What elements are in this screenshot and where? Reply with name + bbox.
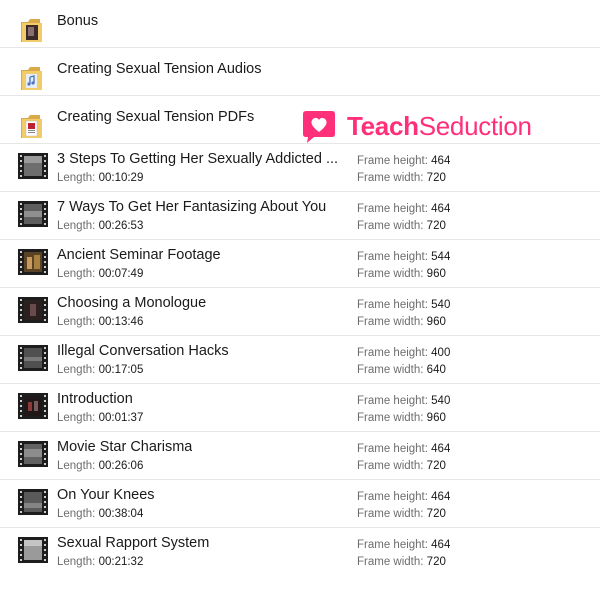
frame-width: Frame width: 720 bbox=[357, 556, 446, 568]
video-row[interactable]: 7 Ways To Get Her Fantasizing About You … bbox=[0, 192, 600, 240]
heart-bubble-icon bbox=[303, 111, 335, 143]
video-name: Introduction bbox=[57, 391, 133, 407]
video-thumbnail-icon bbox=[18, 441, 48, 467]
frame-width: Frame width: 720 bbox=[357, 460, 446, 472]
video-thumbnail-icon bbox=[18, 153, 48, 179]
teachseduction-logo: TeachSeduction bbox=[300, 106, 532, 146]
video-row[interactable]: Illegal Conversation Hacks Length: 00:17… bbox=[0, 336, 600, 384]
frame-width: Frame width: 960 bbox=[357, 412, 446, 424]
video-name: Movie Star Charisma bbox=[57, 439, 193, 455]
folder-row[interactable]: Creating Sexual Tension Audios bbox=[0, 48, 600, 96]
video-name: 7 Ways To Get Her Fantasizing About You bbox=[57, 199, 327, 215]
video-thumbnail-icon bbox=[18, 249, 48, 275]
video-length: Length: 00:01:37 bbox=[57, 412, 144, 424]
frame-height: Frame height: 464 bbox=[357, 539, 451, 551]
frame-height: Frame height: 464 bbox=[357, 155, 451, 167]
video-row[interactable]: Ancient Seminar Footage Length: 00:07:49… bbox=[0, 240, 600, 288]
video-name: Choosing a Monologue bbox=[57, 295, 207, 311]
video-length: Length: 00:26:53 bbox=[57, 220, 144, 232]
frame-width: Frame width: 960 bbox=[357, 268, 446, 280]
frame-width: Frame width: 720 bbox=[357, 172, 446, 184]
video-thumbnail-icon bbox=[18, 201, 48, 227]
video-thumbnail-icon bbox=[18, 297, 48, 323]
video-length: Length: 00:10:29 bbox=[57, 172, 144, 184]
video-name: Illegal Conversation Hacks bbox=[57, 343, 229, 359]
file-list: Bonus Creating Sexual Tension Audios Cre… bbox=[0, 0, 600, 575]
video-length: Length: 00:26:06 bbox=[57, 460, 144, 472]
frame-height: Frame height: 464 bbox=[357, 443, 451, 455]
frame-width: Frame width: 720 bbox=[357, 220, 446, 232]
frame-height: Frame height: 540 bbox=[357, 395, 451, 407]
video-name: 3 Steps To Getting Her Sexually Addicted… bbox=[57, 151, 339, 167]
video-thumbnail-icon bbox=[18, 345, 48, 371]
folder-name: Bonus bbox=[57, 13, 99, 29]
frame-height: Frame height: 464 bbox=[357, 203, 451, 215]
video-row[interactable]: Introduction Length: 00:01:37 Frame heig… bbox=[0, 384, 600, 432]
video-length: Length: 00:13:46 bbox=[57, 316, 144, 328]
frame-width: Frame width: 960 bbox=[357, 316, 446, 328]
frame-width: Frame width: 640 bbox=[357, 364, 446, 376]
folder-name: Creating Sexual Tension Audios bbox=[57, 61, 262, 77]
folder-row[interactable]: Bonus bbox=[0, 0, 600, 48]
video-row[interactable]: 3 Steps To Getting Her Sexually Addicted… bbox=[0, 144, 600, 192]
video-name: Ancient Seminar Footage bbox=[57, 247, 221, 263]
frame-width: Frame width: 720 bbox=[357, 508, 446, 520]
frame-height: Frame height: 464 bbox=[357, 491, 451, 503]
video-name: Sexual Rapport System bbox=[57, 535, 210, 551]
folder-icon bbox=[21, 115, 42, 138]
frame-height: Frame height: 400 bbox=[357, 347, 451, 359]
video-length: Length: 00:21:32 bbox=[57, 556, 144, 568]
video-thumbnail-icon bbox=[18, 393, 48, 419]
video-length: Length: 00:38:04 bbox=[57, 508, 144, 520]
video-row[interactable]: Movie Star Charisma Length: 00:26:06 Fra… bbox=[0, 432, 600, 480]
frame-height: Frame height: 544 bbox=[357, 251, 451, 263]
folder-icon bbox=[21, 19, 42, 42]
folder-name: Creating Sexual Tension PDFs bbox=[57, 109, 255, 125]
logo-text: TeachSeduction bbox=[347, 110, 532, 141]
video-thumbnail-icon bbox=[18, 537, 48, 563]
video-row[interactable]: Sexual Rapport System Length: 00:21:32 F… bbox=[0, 528, 600, 575]
video-name: On Your Knees bbox=[57, 487, 155, 503]
video-length: Length: 00:17:05 bbox=[57, 364, 144, 376]
video-length: Length: 00:07:49 bbox=[57, 268, 144, 280]
folder-icon bbox=[21, 67, 42, 90]
frame-height: Frame height: 540 bbox=[357, 299, 451, 311]
video-row[interactable]: Choosing a Monologue Length: 00:13:46 Fr… bbox=[0, 288, 600, 336]
video-thumbnail-icon bbox=[18, 489, 48, 515]
video-row[interactable]: On Your Knees Length: 00:38:04 Frame hei… bbox=[0, 480, 600, 528]
